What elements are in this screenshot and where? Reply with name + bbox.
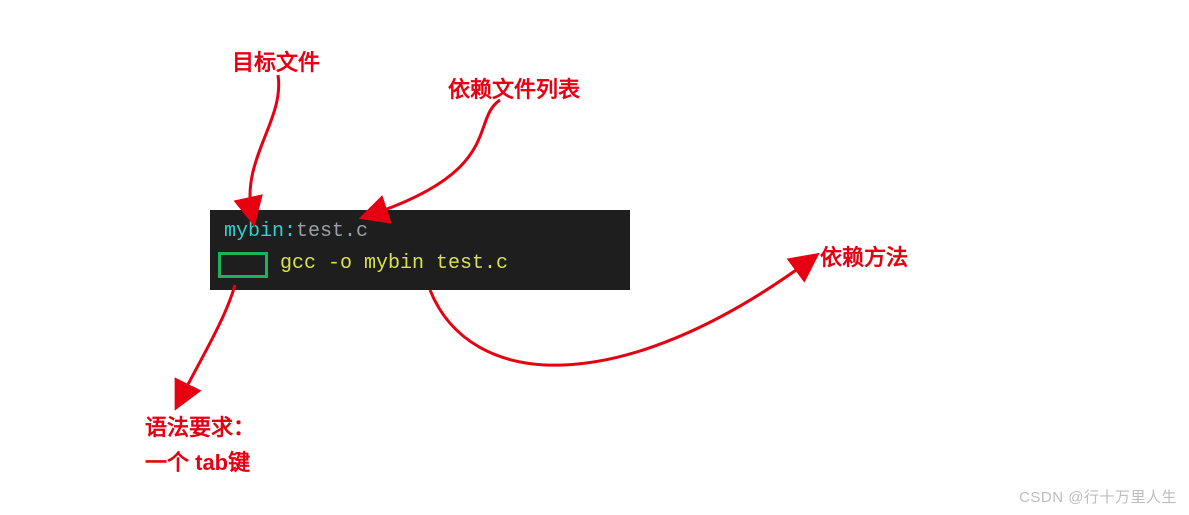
arrow-target-file (250, 75, 279, 215)
label-tab-req-1: 语法要求： (145, 410, 255, 442)
label-tab-req-2: 一个 tab键 (145, 445, 250, 477)
token-colon: : (284, 220, 296, 243)
label-dep-method: 依赖方法 (820, 240, 908, 272)
arrow-tab-req (180, 285, 235, 400)
code-block: mybin:test.c gcc -o mybin test.c (210, 210, 630, 290)
token-target: mybin (224, 220, 284, 243)
label-target-file: 目标文件 (232, 45, 320, 77)
arrow-dep-list (370, 100, 500, 215)
watermark: CSDN @行十万里人生 (1019, 486, 1177, 507)
code-line-1: mybin:test.c (224, 218, 368, 246)
label-dep-list: 依赖文件列表 (448, 72, 580, 104)
token-command: gcc -o mybin test.c (280, 252, 508, 275)
token-dependency: test.c (296, 220, 368, 243)
tab-indicator-box (218, 252, 268, 278)
